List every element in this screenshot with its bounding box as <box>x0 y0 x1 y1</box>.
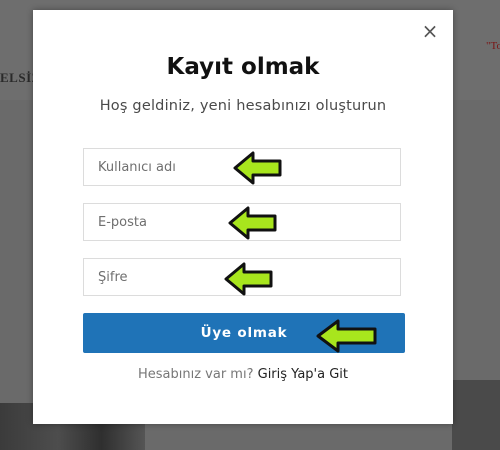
login-link[interactable]: Giriş Yap'a Git <box>258 367 348 382</box>
arrow-left-icon <box>233 151 282 185</box>
close-icon: × <box>421 19 439 43</box>
background-image-right <box>452 380 500 450</box>
background-red-text: "To <box>486 40 500 52</box>
arrow-left-icon <box>224 262 273 296</box>
modal-subtitle: Hoş geldiniz, yeni hesabınızı oluşturun <box>99 98 387 114</box>
arrow-left-icon <box>228 206 277 240</box>
login-prompt-text: Hesabınız var mı? <box>137 367 254 382</box>
close-button[interactable]: × <box>421 19 439 43</box>
modal-title: Kayıt olmak <box>166 54 320 80</box>
arrow-left-icon <box>316 319 377 353</box>
login-prompt-line: Hesabınız var mı? Giriş Yap'a Git <box>33 367 453 382</box>
